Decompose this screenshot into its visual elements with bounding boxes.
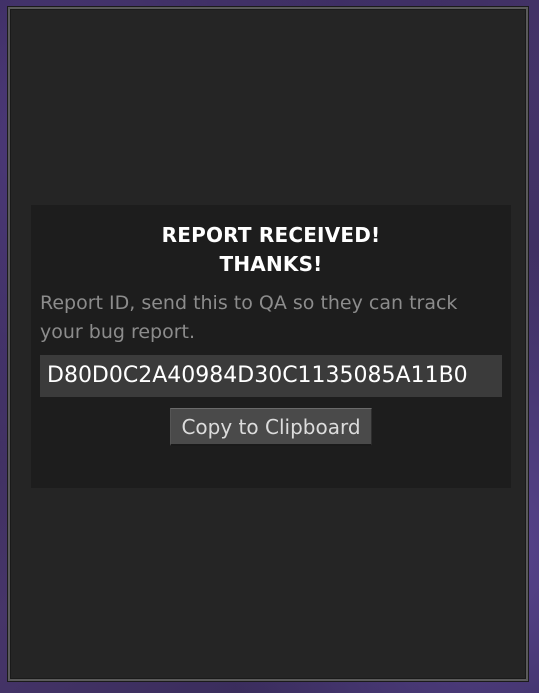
report-confirmation-panel: REPORT RECEIVED! THANKS! Report ID, send… xyxy=(31,205,511,488)
copy-to-clipboard-button[interactable]: Copy to Clipboard xyxy=(170,408,372,446)
confirmation-title: REPORT RECEIVED! THANKS! xyxy=(31,221,511,279)
report-id-field[interactable] xyxy=(40,355,502,397)
title-line-2: THANKS! xyxy=(219,252,323,276)
bug-report-dialog: REPORT RECEIVED! THANKS! Report ID, send… xyxy=(8,7,528,681)
report-id-instructions: Report ID, send this to QA so they can t… xyxy=(40,292,458,343)
title-line-1: REPORT RECEIVED! xyxy=(161,223,381,247)
